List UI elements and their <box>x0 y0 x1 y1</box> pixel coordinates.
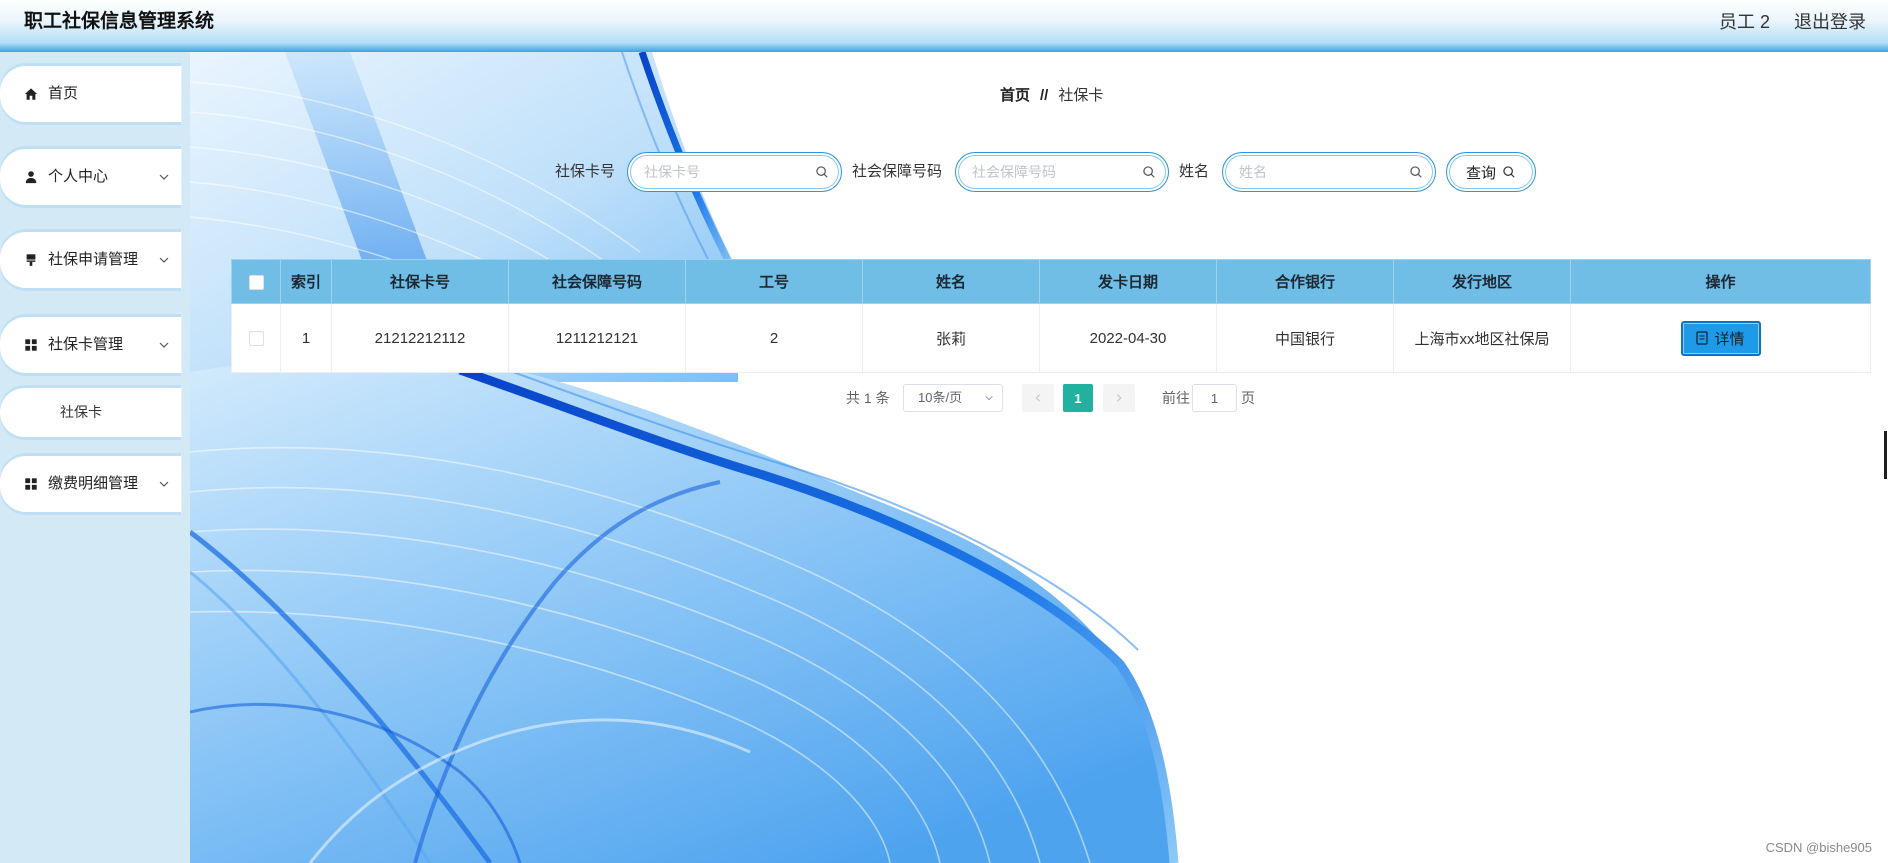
sidebar-item-payment-details[interactable]: 缴费明细管理 <box>0 456 181 512</box>
chevron-down-icon <box>158 171 170 183</box>
sidebar-item-label: 社保卡管理 <box>48 336 124 353</box>
column-header-bank: 合作银行 <box>1216 259 1394 304</box>
table-header-row: 索引 社保卡号 社会保障号码 工号 姓名 发卡日期 合作银行 发行地区 操作 <box>231 259 1871 304</box>
sidebar-item-home[interactable]: 首页 <box>0 66 181 122</box>
chevron-down-icon <box>984 393 994 403</box>
column-header-index: 索引 <box>280 259 332 304</box>
search-icon <box>1142 165 1156 179</box>
column-header-actions: 操作 <box>1570 259 1871 304</box>
search-icon <box>1502 165 1516 179</box>
current-user-label[interactable]: 员工 2 <box>1719 0 1770 44</box>
row-select-cell <box>231 303 281 373</box>
sidebar-item-label: 个人中心 <box>48 168 109 185</box>
top-header-bar: 职工社保信息管理系统 员工 2 退出登录 <box>0 0 1888 52</box>
social-security-no-search-field <box>955 152 1169 192</box>
card-no-input[interactable] <box>642 153 809 191</box>
page-size-select[interactable]: 10条/页 <box>903 384 1003 412</box>
column-header-name: 姓名 <box>862 259 1040 304</box>
detail-button[interactable]: 详情 <box>1680 320 1761 356</box>
grid-icon <box>24 477 38 491</box>
pagination: 共 1 条 10条/页 1 前往 页 <box>846 384 1256 412</box>
watermark: CSDN @bishe905 <box>1765 840 1872 855</box>
detail-button-label: 详情 <box>1714 330 1745 348</box>
column-header-employee-no: 工号 <box>685 259 863 304</box>
search-icon <box>1409 165 1423 179</box>
table-row: 1 21212212112 1211212121 2 张莉 2022-04-30… <box>231 303 1871 373</box>
sidebar-item-label: 社保申请管理 <box>48 251 139 268</box>
sidebar-item-personal-center[interactable]: 个人中心 <box>0 149 181 205</box>
name-search-field <box>1222 152 1436 192</box>
social-security-no-label: 社会保障号码 <box>852 163 943 180</box>
search-button-label: 查询 <box>1465 164 1496 182</box>
sidebar: 首页 个人中心 社保申请管理 社保卡管理 社保卡 缴费明细管理 <box>0 52 190 863</box>
cell-issue-date: 2022-04-30 <box>1039 303 1217 373</box>
social-security-card-table: 索引 社保卡号 社会保障号码 工号 姓名 发卡日期 合作银行 发行地区 操作 1… <box>231 259 1871 373</box>
pagination-total: 共 1 条 <box>846 390 890 406</box>
cell-social-security-no: 1211212121 <box>508 303 686 373</box>
goto-label: 前往 <box>1162 390 1190 406</box>
user-area: 员工 2 退出登录 <box>1719 0 1866 44</box>
goto-page-input[interactable] <box>1192 384 1237 412</box>
column-header-issue-date: 发卡日期 <box>1039 259 1217 304</box>
chevron-down-icon <box>158 339 170 351</box>
page-unit-label: 页 <box>1241 390 1255 406</box>
cell-bank: 中国银行 <box>1216 303 1394 373</box>
sidebar-subitem-label: 社保卡 <box>60 404 102 420</box>
cell-card-no: 21212212112 <box>331 303 509 373</box>
sidebar-item-application-management[interactable]: 社保申请管理 <box>0 232 181 288</box>
cell-issuing-region: 上海市xx地区社保局 <box>1393 303 1571 373</box>
card-no-label: 社保卡号 <box>555 163 616 180</box>
select-all-cell <box>231 259 281 304</box>
cell-employee-no: 2 <box>685 303 863 373</box>
cell-actions: 详情 <box>1570 303 1871 373</box>
card-no-search-field <box>627 152 842 192</box>
breadcrumb-separator: // <box>1040 87 1049 104</box>
chevron-down-icon <box>158 478 170 490</box>
grid-icon <box>24 338 38 352</box>
column-header-social-security-no: 社会保障号码 <box>508 259 686 304</box>
social-security-no-input[interactable] <box>970 153 1136 191</box>
breadcrumb: 首页 // 社保卡 <box>1000 86 1103 106</box>
name-label: 姓名 <box>1179 163 1210 180</box>
chevron-left-icon <box>1033 393 1043 403</box>
column-header-issuing-region: 发行地区 <box>1393 259 1571 304</box>
edge-indicator <box>1884 431 1887 479</box>
search-button[interactable]: 查询 <box>1446 152 1536 192</box>
app-title: 职工社保信息管理系统 <box>24 11 215 32</box>
row-checkbox[interactable] <box>248 331 264 347</box>
sidebar-subitem-social-security-card[interactable]: 社保卡 <box>0 388 181 437</box>
document-icon <box>1696 331 1709 345</box>
chevron-down-icon <box>158 254 170 266</box>
logout-link[interactable]: 退出登录 <box>1794 0 1866 44</box>
cell-index: 1 <box>280 303 332 373</box>
breadcrumb-current: 社保卡 <box>1058 87 1104 104</box>
name-input[interactable] <box>1237 153 1403 191</box>
sidebar-item-label: 缴费明细管理 <box>48 475 139 492</box>
next-page-button[interactable] <box>1103 384 1135 412</box>
sidebar-item-label: 首页 <box>48 85 79 102</box>
page-number-button[interactable]: 1 <box>1063 384 1093 412</box>
prev-page-button[interactable] <box>1022 384 1054 412</box>
home-icon <box>24 87 38 101</box>
sidebar-item-card-management[interactable]: 社保卡管理 <box>0 317 181 373</box>
chevron-right-icon <box>1114 393 1124 403</box>
breadcrumb-home-link[interactable]: 首页 <box>1000 86 1030 106</box>
page-size-value: 10条/页 <box>918 390 963 405</box>
search-icon <box>815 165 829 179</box>
stamp-icon <box>24 253 38 267</box>
column-header-card-no: 社保卡号 <box>331 259 509 304</box>
user-icon <box>24 170 38 184</box>
cell-name: 张莉 <box>862 303 1040 373</box>
select-all-checkbox[interactable] <box>248 274 264 290</box>
